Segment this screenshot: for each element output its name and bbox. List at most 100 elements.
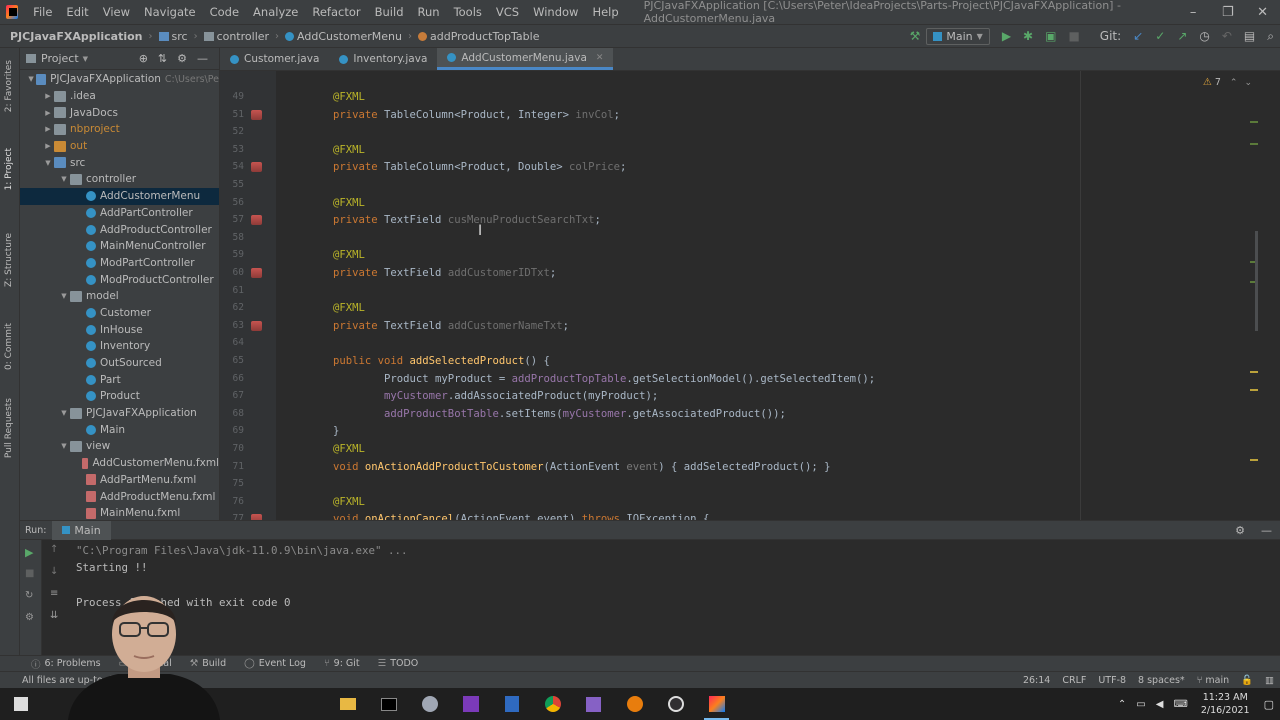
pull-requests-tab[interactable]: Pull Requests [4, 398, 14, 458]
chevron-down-icon[interactable]: ⌄ [1244, 78, 1252, 88]
chevron-down-icon[interactable]: ▼ [42, 159, 54, 167]
file-encoding[interactable]: UTF-8 [1092, 675, 1132, 686]
chevron-up-icon[interactable]: ⌃ [1113, 699, 1131, 710]
chevron-up-icon[interactable]: ⌃ [1230, 78, 1238, 88]
code-editor[interactable]: 49 51 52 53 54 55 56 57 58 59 60 61 62 63 64 65 66 67 68 69… [220, 71, 1280, 520]
error-stripe-mark[interactable] [1250, 143, 1258, 145]
chevron-down-icon[interactable]: ▼ [83, 55, 88, 63]
breadcrumb-class[interactable]: AddCustomerMenu [281, 30, 406, 43]
tree-item[interactable]: Inventory [20, 338, 219, 355]
todo-tool-button[interactable]: ☰ TODO [369, 658, 428, 669]
restore-layout-icon[interactable]: ↻ [25, 590, 33, 601]
fxml-binding-icon[interactable] [251, 162, 262, 173]
tree-item[interactable]: MainMenuController [20, 238, 219, 255]
maximize-button[interactable]: ❐ [1210, 5, 1245, 20]
fxml-binding-icon[interactable] [251, 320, 262, 331]
run-icon[interactable]: ▶ [996, 29, 1017, 43]
gear-icon[interactable]: ⚙ [172, 52, 192, 65]
caret-position[interactable]: 26:14 [1017, 675, 1056, 686]
tree-item[interactable]: ▼ PJCJavaFXApplication C:\Users\Pe [20, 71, 219, 88]
hide-icon[interactable]: — [192, 52, 213, 65]
taskbar-app[interactable] [409, 688, 450, 720]
tree-item[interactable]: AddProductController [20, 221, 219, 238]
git-update-icon[interactable]: ↙ [1127, 29, 1149, 43]
tree-item[interactable]: AddPartController [20, 205, 219, 222]
breadcrumb-src[interactable]: src [155, 30, 192, 43]
fxml-binding-icon[interactable] [251, 215, 262, 226]
coverage-icon[interactable]: ▣ [1039, 29, 1062, 43]
chevron-right-icon[interactable]: ▶ [42, 92, 54, 100]
breadcrumb-controller[interactable]: controller [200, 30, 273, 43]
chevron-right-icon[interactable]: ▶ [42, 125, 54, 133]
tree-item[interactable]: ▼ PJCJavaFXApplication [20, 405, 219, 422]
inspection-widget[interactable]: ⚠ 7 ⌃ ⌄ [1203, 77, 1252, 88]
git-commit-icon[interactable]: ✓ [1149, 29, 1171, 43]
tree-item[interactable]: MainMenu.fxml [20, 505, 219, 520]
tree-item[interactable]: ▶ JavaDocs [20, 104, 219, 121]
menu-item[interactable]: Analyze [246, 5, 305, 19]
tree-item[interactable]: AddCustomerMenu.fxml [20, 455, 219, 472]
settings-icon[interactable]: ⚙ [25, 612, 34, 623]
network-icon[interactable]: ▭ [1131, 699, 1150, 710]
tree-item[interactable]: Part [20, 371, 219, 388]
scroll-up-icon[interactable]: ↑ [50, 544, 58, 555]
chevron-down-icon[interactable]: ▼ [58, 292, 70, 300]
error-stripe-mark[interactable] [1250, 459, 1258, 461]
tree-item[interactable]: Product [20, 388, 219, 405]
chevron-right-icon[interactable]: ▶ [42, 142, 54, 150]
error-stripe-mark[interactable] [1250, 389, 1258, 391]
taskbar-calculator[interactable] [491, 688, 532, 720]
editor-scrollbar[interactable] [1255, 231, 1258, 331]
favorites-tab[interactable]: 2: Favorites [4, 60, 14, 112]
git-history-icon[interactable]: ◷ [1193, 29, 1215, 43]
menu-item[interactable]: Navigate [137, 5, 203, 19]
start-button[interactable] [0, 688, 41, 720]
build-hammer-icon[interactable]: ⚒ [904, 29, 927, 43]
tree-item[interactable]: AddPartMenu.fxml [20, 472, 219, 489]
notifications-icon[interactable]: ▢ [1258, 698, 1280, 711]
hide-icon[interactable]: — [1253, 524, 1280, 537]
fxml-binding-icon[interactable] [251, 109, 262, 120]
breadcrumb-project[interactable]: PJCJavaFXApplication [6, 30, 147, 43]
debug-icon[interactable]: ✱ [1017, 29, 1039, 43]
menu-item[interactable]: Code [203, 5, 246, 19]
tree-item[interactable]: ▼ controller [20, 171, 219, 188]
menu-item[interactable]: Refactor [305, 5, 367, 19]
tab-customer[interactable]: Customer.java [220, 48, 329, 70]
tree-item[interactable]: ModProductController [20, 271, 219, 288]
tree-item[interactable]: ▼ src [20, 154, 219, 171]
tree-item[interactable]: ▼ view [20, 438, 219, 455]
project-tab[interactable]: 1: Project [4, 148, 14, 190]
close-tab-icon[interactable]: ✕ [596, 53, 604, 63]
memory-icon[interactable]: ▥ [1259, 675, 1280, 686]
tree-item[interactable]: AddCustomerMenu [20, 187, 219, 205]
taskbar-intellij[interactable] [696, 688, 737, 720]
chevron-down-icon[interactable]: ▼ [58, 409, 70, 417]
chevron-right-icon[interactable]: ▶ [42, 109, 54, 117]
menu-item[interactable]: VCS [489, 5, 526, 19]
tree-item[interactable]: ModPartController [20, 255, 219, 272]
menu-item[interactable]: View [96, 5, 137, 19]
tree-item[interactable]: AddProductMenu.fxml [20, 488, 219, 505]
tree-item[interactable]: ▼ model [20, 288, 219, 305]
project-view-select[interactable]: Project [41, 52, 79, 65]
menu-item[interactable]: Tools [447, 5, 489, 19]
taskbar-obs[interactable] [655, 688, 696, 720]
tree-item[interactable]: ▶ .idea [20, 88, 219, 105]
run-tab-main[interactable]: Main [52, 520, 111, 540]
menu-item[interactable]: Window [526, 5, 585, 19]
project-structure-icon[interactable]: ▤ [1238, 29, 1261, 43]
menu-item[interactable]: Help [585, 5, 625, 19]
locate-icon[interactable]: ⊕ [134, 52, 153, 65]
clock[interactable]: 11:23 AM 2/16/2021 [1193, 691, 1258, 717]
tree-item[interactable]: Main [20, 421, 219, 438]
breadcrumb-field[interactable]: addProductTopTable [414, 30, 543, 43]
rerun-icon[interactable]: ▶ [25, 546, 33, 559]
taskbar-chrome[interactable] [532, 688, 573, 720]
error-stripe-mark[interactable] [1250, 371, 1258, 373]
stop-icon[interactable]: ■ [1062, 29, 1085, 43]
taskbar-onenote[interactable] [450, 688, 491, 720]
git-tool-button[interactable]: ⑂ 9: Git [315, 658, 369, 669]
git-push-icon[interactable]: ↗ [1171, 29, 1193, 43]
menu-item[interactable]: File [26, 5, 59, 19]
